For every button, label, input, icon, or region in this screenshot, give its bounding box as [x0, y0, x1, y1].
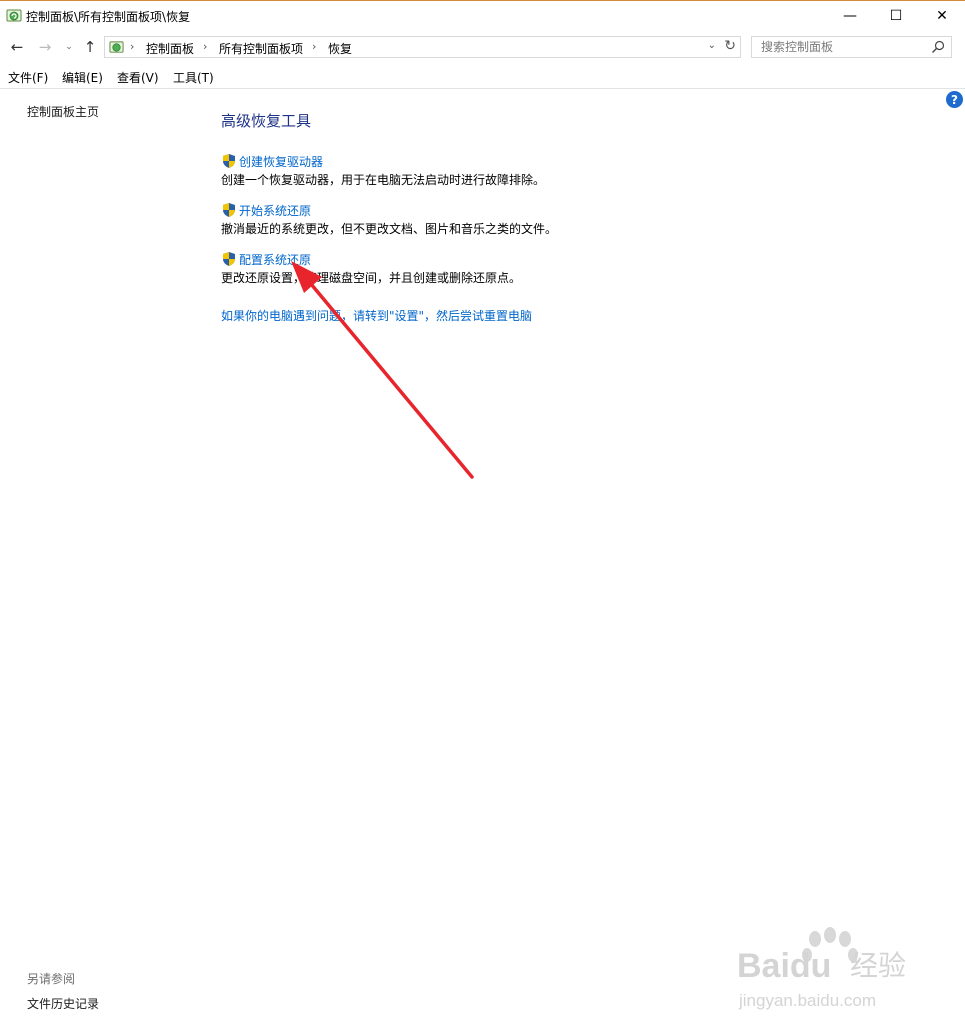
minimize-button[interactable]: — [827, 1, 873, 31]
page-title: 高级恢复工具 [221, 112, 312, 130]
create-recovery-drive-link[interactable]: 创建恢复驱动器 [239, 153, 323, 170]
uac-shield-icon [223, 252, 235, 266]
watermark-brand: Baidu [737, 947, 831, 985]
recent-locations-button[interactable]: ⌄ [62, 36, 76, 58]
task-description: 撤消最近的系统更改，但不更改文档、图片和音乐之类的文件。 [221, 222, 558, 236]
control-panel-icon [109, 41, 124, 53]
configure-system-restore-link[interactable]: 配置系统还原 [239, 251, 311, 268]
search-box[interactable] [751, 36, 952, 58]
maximize-button[interactable]: ☐ [873, 1, 919, 31]
menu-edit[interactable]: 编辑(E) [62, 69, 103, 86]
breadcrumb-separator[interactable]: › [312, 40, 316, 53]
address-bar[interactable]: › 控制面板 › 所有控制面板项 › 恢复 ⌄ ↻ [104, 36, 741, 58]
annotation-arrow [291, 261, 474, 479]
uac-shield-icon [223, 154, 235, 168]
up-button[interactable]: ↑ [80, 36, 100, 58]
control-panel-home-link[interactable]: 控制面板主页 [27, 103, 99, 120]
refresh-button[interactable]: ↻ [724, 38, 736, 54]
uac-shield-icon [223, 203, 235, 217]
help-icon[interactable]: ? [946, 91, 963, 108]
breadcrumb-control-panel[interactable]: 控制面板 [146, 40, 194, 57]
window-title: 控制面板\所有控制面板项\恢复 [26, 10, 191, 24]
watermark-product: 经验 [850, 949, 906, 982]
watermark-url: jingyan.baidu.com [738, 991, 876, 1010]
search-input[interactable] [752, 37, 931, 57]
menu-view[interactable]: 查看(V) [117, 69, 159, 86]
task-description: 创建一个恢复驱动器，用于在电脑无法启动时进行故障排除。 [221, 173, 546, 187]
reset-pc-settings-link[interactable]: 如果你的电脑遇到问题，请转到"设置"，然后尝试重置电脑 [221, 307, 532, 324]
see-also-heading: 另请参阅 [27, 972, 76, 986]
breadcrumb-separator[interactable]: › [203, 40, 207, 53]
baidu-jingyan-watermark: Baidu 经验 jingyan.baidu.com [737, 927, 906, 1010]
task-description: 更改还原设置，管理磁盘空间，并且创建或删除还原点。 [221, 271, 522, 285]
start-system-restore-link[interactable]: 开始系统还原 [239, 202, 311, 219]
back-button[interactable]: ← [7, 36, 27, 58]
menu-file[interactable]: 文件(F) [8, 69, 48, 86]
control-panel-icon [6, 9, 22, 22]
search-icon[interactable] [931, 40, 945, 54]
file-history-link[interactable]: 文件历史记录 [27, 995, 99, 1012]
menu-tools[interactable]: 工具(T) [173, 69, 214, 86]
forward-button[interactable]: → [35, 36, 55, 58]
breadcrumb-separator[interactable]: › [130, 40, 134, 53]
menu-bar: 文件(F) 编辑(E) 查看(V) 工具(T) [0, 66, 965, 89]
breadcrumb-recovery[interactable]: 恢复 [328, 40, 352, 57]
breadcrumb-all-items[interactable]: 所有控制面板项 [219, 40, 303, 57]
close-button[interactable]: ✕ [919, 1, 965, 31]
address-dropdown-button[interactable]: ⌄ [708, 40, 716, 51]
title-bar: 控制面板\所有控制面板项\恢复 — ☐ ✕ [0, 1, 965, 31]
